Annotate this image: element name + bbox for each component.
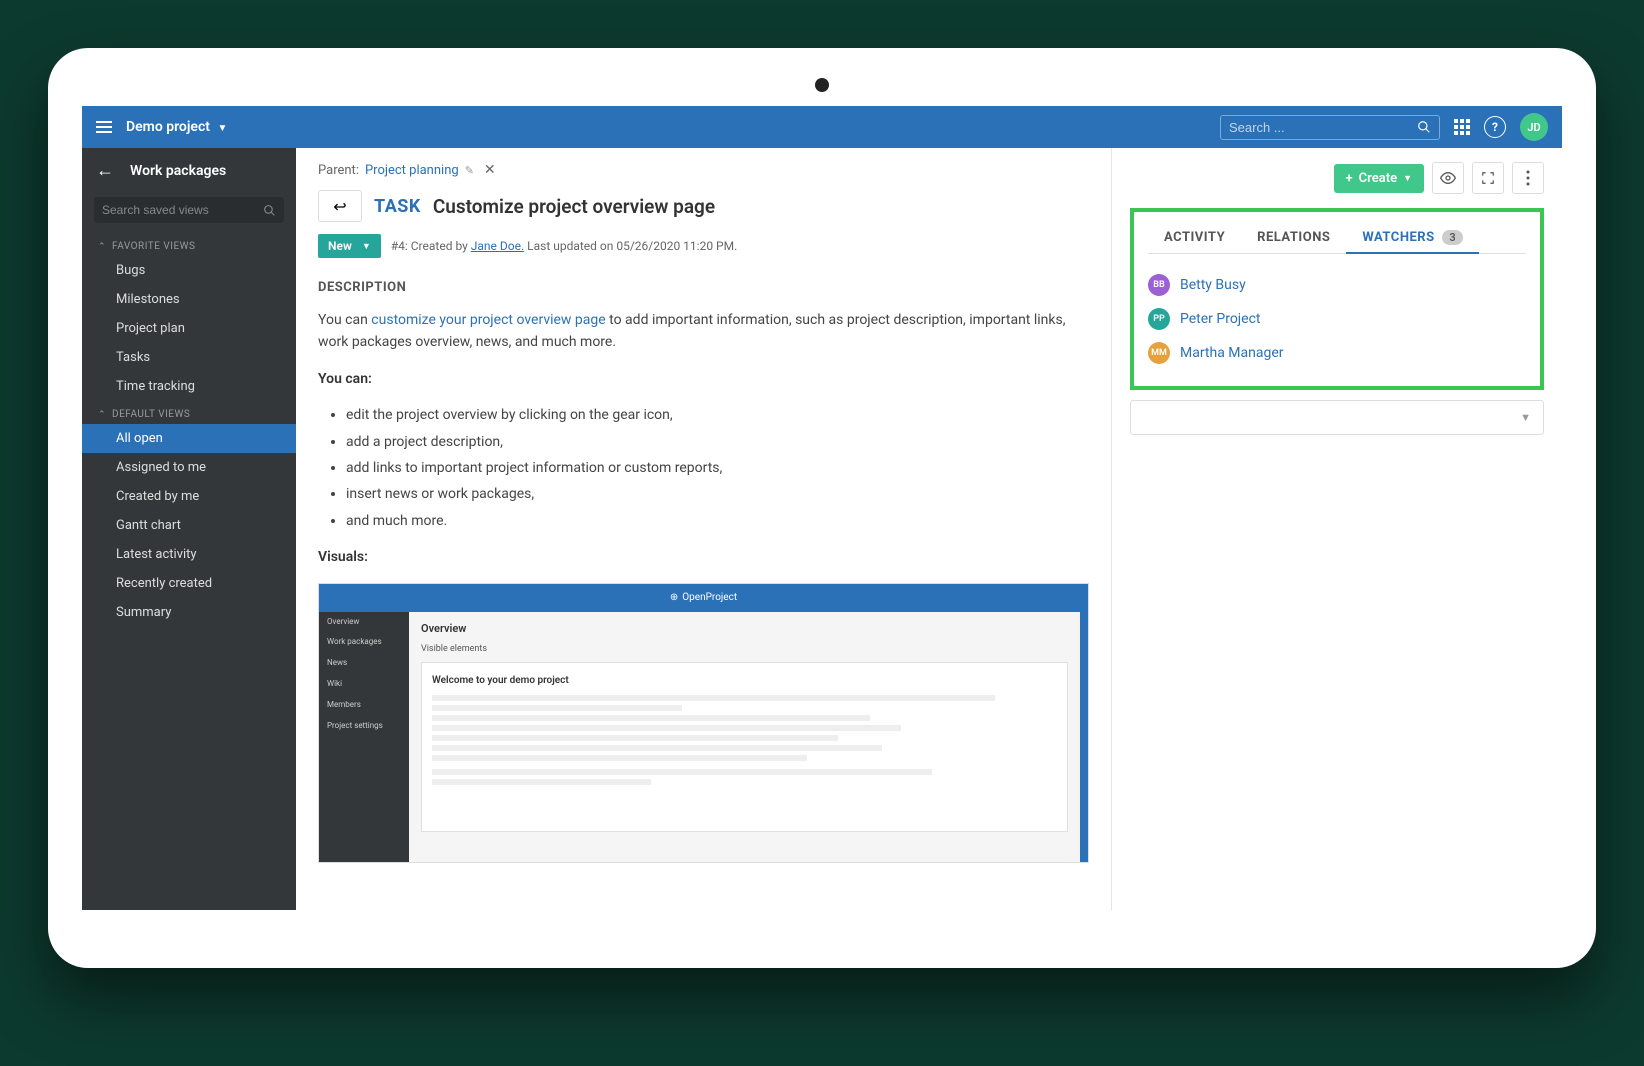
sidebar-item-tasks[interactable]: Tasks (82, 343, 296, 372)
sidebar-item-summary[interactable]: Summary (82, 598, 296, 627)
tab-activity[interactable]: ACTIVITY (1148, 222, 1241, 253)
search-input[interactable] (1229, 120, 1417, 135)
tab-watchers[interactable]: WATCHERS 3 (1346, 222, 1479, 253)
watchers-count-badge: 3 (1442, 230, 1463, 245)
sidebar-item-assigned[interactable]: Assigned to me (82, 453, 296, 482)
embedded-screenshot: ⊕OpenProject Overview Work packages News… (318, 583, 1089, 863)
task-meta: #4: Created by Jane Doe. Last updated on… (391, 239, 738, 253)
user-avatar[interactable]: JD (1520, 113, 1548, 141)
right-column: + Create ▼ (1112, 148, 1562, 910)
description-list: edit the project overview by clicking on… (346, 404, 1089, 532)
add-watcher-dropdown[interactable]: ▼ (1130, 400, 1544, 435)
description-label: DESCRIPTION (318, 280, 1089, 295)
watcher-row[interactable]: PP Peter Project (1148, 302, 1526, 336)
search-icon (263, 204, 276, 217)
watcher-row[interactable]: MM Martha Manager (1148, 336, 1526, 370)
sidebar-title: Work packages (130, 163, 226, 179)
content-area: Parent: Project planning ✎ ✕ ↩ TASK Cust… (296, 148, 1112, 910)
search-icon (1417, 120, 1431, 134)
tablet-camera (815, 78, 829, 92)
watch-icon[interactable] (1432, 162, 1464, 194)
create-button[interactable]: + Create ▼ (1334, 164, 1424, 193)
watcher-avatar: PP (1148, 308, 1170, 330)
chevron-down-icon: ▼ (362, 241, 371, 252)
chevron-down-icon: ⌃ (98, 410, 106, 420)
breadcrumb-parent-label: Parent: (318, 163, 359, 178)
breadcrumb-parent-link[interactable]: Project planning (365, 163, 459, 178)
watchers-highlight: ACTIVITY RELATIONS WATCHERS 3 BB Betty Bu… (1130, 208, 1544, 390)
fullscreen-icon[interactable] (1472, 162, 1504, 194)
sidebar-search-input[interactable] (102, 203, 263, 217)
sidebar-item-milestones[interactable]: Milestones (82, 285, 296, 314)
back-button[interactable]: ↩ (318, 190, 362, 222)
author-link[interactable]: Jane Doe. (471, 239, 524, 253)
sidebar-item-gantt[interactable]: Gantt chart (82, 511, 296, 540)
chevron-down-icon: ▼ (1520, 411, 1531, 424)
chevron-down-icon: ▼ (217, 123, 227, 134)
edit-icon[interactable]: ✎ (465, 164, 474, 177)
sidebar-item-recent[interactable]: Recently created (82, 569, 296, 598)
task-title[interactable]: Customize project overview page (433, 195, 715, 218)
sidebar-item-latest[interactable]: Latest activity (82, 540, 296, 569)
sidebar-item-time-tracking[interactable]: Time tracking (82, 372, 296, 401)
sidebar-search[interactable] (94, 197, 284, 223)
sidebar-item-project-plan[interactable]: Project plan (82, 314, 296, 343)
project-selector[interactable]: Demo project ▼ (126, 119, 227, 135)
chevron-down-icon: ⌃ (98, 242, 106, 252)
plus-icon: + (1346, 171, 1353, 186)
hamburger-icon[interactable] (96, 121, 112, 133)
help-icon[interactable]: ? (1484, 116, 1506, 138)
sidebar: ← Work packages ⌃ FAVORITE VIEWS Bugs Mi… (82, 148, 296, 910)
topbar: Demo project ▼ ? JD (82, 106, 1562, 148)
description-link[interactable]: customize your project overview page (371, 312, 605, 328)
watchers-list: BB Betty Busy PP Peter Project MM Martha Mana… (1148, 268, 1526, 370)
sidebar-item-created[interactable]: Created by me (82, 482, 296, 511)
description-body[interactable]: You can customize your project overview … (318, 309, 1089, 863)
tab-relations[interactable]: RELATIONS (1241, 222, 1346, 253)
sidebar-item-bugs[interactable]: Bugs (82, 256, 296, 285)
sidebar-item-all-open[interactable]: All open (82, 424, 296, 453)
watcher-name[interactable]: Betty Busy (1180, 277, 1246, 293)
more-icon[interactable] (1512, 162, 1544, 194)
sidebar-section-default[interactable]: ⌃ DEFAULT VIEWS (82, 401, 296, 424)
detail-tabs: ACTIVITY RELATIONS WATCHERS 3 (1148, 222, 1526, 254)
task-type: TASK (374, 196, 421, 217)
apps-grid-icon[interactable] (1454, 119, 1470, 135)
close-icon[interactable]: ✕ (484, 162, 496, 178)
sidebar-section-favorites[interactable]: ⌃ FAVORITE VIEWS (82, 233, 296, 256)
chevron-down-icon: ▼ (1403, 173, 1412, 184)
watcher-avatar: BB (1148, 274, 1170, 296)
project-name-label: Demo project (126, 119, 210, 135)
watcher-avatar: MM (1148, 342, 1170, 364)
global-search[interactable] (1220, 115, 1440, 140)
status-dropdown[interactable]: New ▼ (318, 234, 381, 258)
back-arrow-icon[interactable]: ← (96, 160, 114, 181)
breadcrumb: Parent: Project planning ✎ ✕ (318, 162, 1089, 178)
watcher-name[interactable]: Martha Manager (1180, 345, 1284, 361)
watcher-name[interactable]: Peter Project (1180, 311, 1261, 327)
watcher-row[interactable]: BB Betty Busy (1148, 268, 1526, 302)
